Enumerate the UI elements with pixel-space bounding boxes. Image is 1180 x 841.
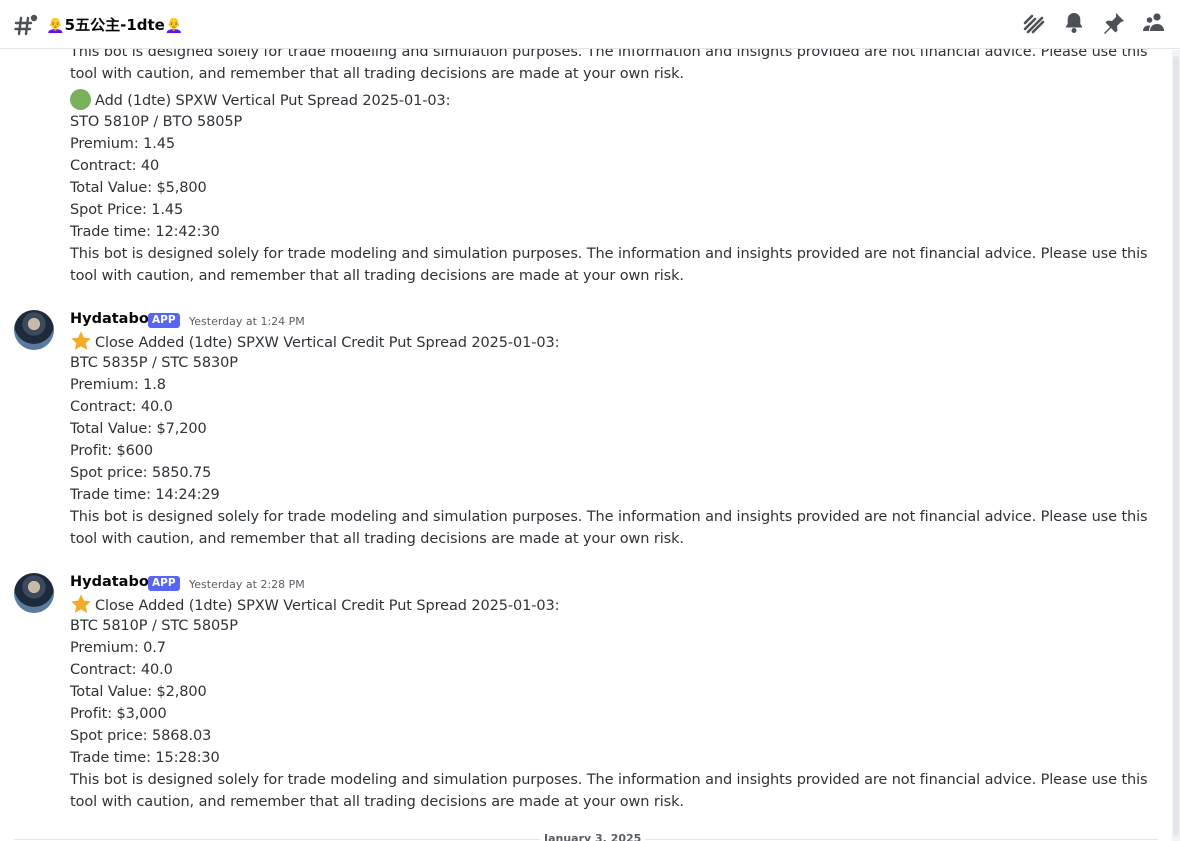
- message-text: This bot is designed solely for trade mo…: [70, 772, 1148, 788]
- message-line: Total Value: $5,800: [70, 180, 207, 196]
- bell-icon: [1062, 11, 1086, 39]
- app-badge: APP: [148, 313, 180, 328]
- timestamp[interactable]: Yesterday at 2:28 PM: [189, 578, 305, 591]
- message-text: This bot is designed solely for trade mo…: [70, 246, 1148, 262]
- message-line: Spot price: 5868.03: [70, 728, 212, 744]
- channel-hash-icon: [14, 13, 40, 37]
- threads-button[interactable]: [1014, 12, 1054, 38]
- message-line: Profit: $3,000: [70, 706, 167, 722]
- notifications-button[interactable]: [1054, 12, 1094, 38]
- message-title: Close Added (1dte) SPXW Vertical Credit …: [70, 593, 560, 617]
- message-title: Close Added (1dte) SPXW Vertical Credit …: [70, 330, 560, 354]
- message-line: Spot Price: 1.45: [70, 202, 184, 218]
- message-text: tool with caution, and remember that all…: [70, 268, 684, 284]
- green-circle-icon: [70, 89, 91, 110]
- channel-header: 👩‍🦲5五公主-1dte👩‍🦲: [0, 0, 1180, 49]
- message-line: Premium: 1.45: [70, 136, 176, 152]
- message-title: Add (1dte) SPXW Vertical Put Spread 2025…: [70, 89, 451, 112]
- message-line: Trade time: 15:28:30: [70, 750, 220, 766]
- message-line: Contract: 40.0: [70, 399, 173, 415]
- star-icon: [70, 593, 92, 615]
- pin-icon: [1102, 11, 1126, 39]
- pinned-messages-button[interactable]: [1094, 12, 1134, 38]
- header-toolbar: [1014, 12, 1174, 38]
- message-line: Trade time: 14:24:29: [70, 487, 220, 503]
- message-title-text: Close Added (1dte) SPXW Vertical Credit …: [95, 598, 560, 614]
- message-text: tool with caution, and remember that all…: [70, 794, 684, 810]
- message-line: Trade time: 12:42:30: [70, 224, 220, 240]
- star-icon: [70, 330, 92, 352]
- channel-name: 👩‍🦲5五公主-1dte👩‍🦲: [46, 16, 184, 34]
- message-title-text: Close Added (1dte) SPXW Vertical Credit …: [95, 335, 560, 351]
- author-name[interactable]: Hydatabot: [70, 311, 156, 327]
- message-line: STO 5810P / BTO 5805P: [70, 114, 243, 130]
- member-list-button[interactable]: [1134, 12, 1174, 38]
- message-line: Contract: 40: [70, 158, 160, 174]
- message-title-text: Add (1dte) SPXW Vertical Put Spread 2025…: [95, 93, 451, 109]
- message-line: Total Value: $2,800: [70, 684, 207, 700]
- message-line: Total Value: $7,200: [70, 421, 207, 437]
- date-divider-label: January 3, 2025: [540, 832, 646, 841]
- members-icon: [1142, 11, 1166, 39]
- scrollbar-thumb[interactable]: [1173, 56, 1179, 836]
- message-line: Contract: 40.0: [70, 662, 173, 678]
- avatar[interactable]: [14, 310, 54, 350]
- message-line: Profit: $600: [70, 443, 154, 459]
- message-text: tool with caution, and remember that all…: [70, 531, 684, 547]
- avatar[interactable]: [14, 573, 54, 613]
- timestamp[interactable]: Yesterday at 1:24 PM: [189, 315, 305, 328]
- message-line: BTC 5810P / STC 5805P: [70, 618, 238, 634]
- message-line: Spot price: 5850.75: [70, 465, 212, 481]
- message-text: tool with caution, and remember that all…: [70, 66, 684, 82]
- message-line: Premium: 0.7: [70, 640, 166, 656]
- app-badge: APP: [148, 576, 180, 591]
- message-line: Premium: 1.8: [70, 377, 166, 393]
- author-name[interactable]: Hydatabot: [70, 574, 156, 590]
- threads-icon: [1022, 11, 1046, 39]
- message-line: BTC 5835P / STC 5830P: [70, 355, 238, 371]
- message-text: This bot is designed solely for trade mo…: [70, 509, 1148, 525]
